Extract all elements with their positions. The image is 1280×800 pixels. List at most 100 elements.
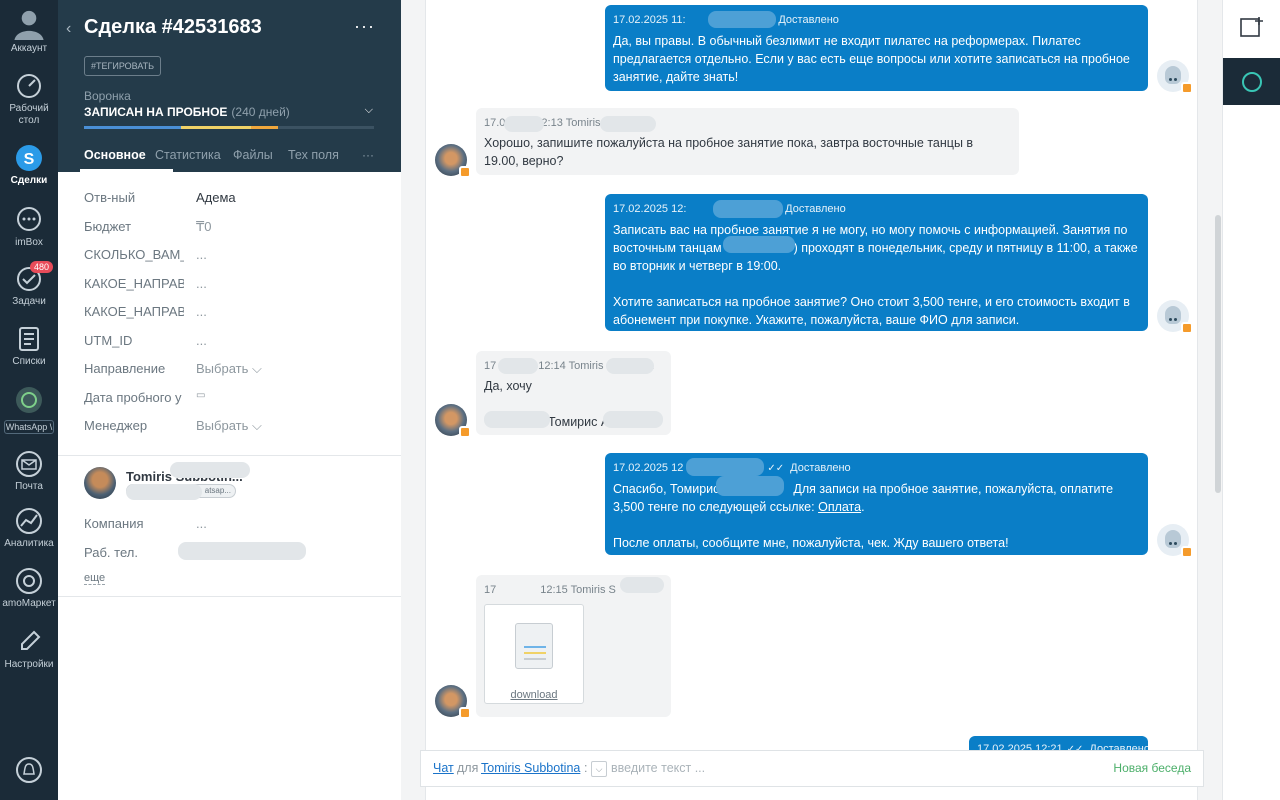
field-label: Раб. тел. [84, 545, 138, 560]
file-attachment[interactable]: download [484, 604, 584, 704]
message-text: Спасибо, Томирис Для записи на пробное за… [613, 480, 1140, 516]
message-meta: 17.02.2025 12:✓✓Доставлено [613, 202, 1140, 217]
message-author: 12:14 Tomiris [538, 360, 604, 372]
tab-main[interactable]: Основное [84, 148, 146, 162]
nav-whatsapp-label[interactable]: WhatsApp \ [4, 420, 54, 434]
redacted-text [716, 476, 784, 496]
field-value[interactable]: Выбрать ⌵ [196, 361, 262, 377]
bot-eye [1174, 542, 1177, 545]
chat-feed: 17.02.2025 11:✓✓Доставлено Да, вы правы.… [425, 0, 1198, 800]
message-composer: Чат для Tomiris Subbotina : ⌵ введите те… [420, 750, 1204, 787]
redacted-text [498, 358, 538, 374]
redacted-text [620, 577, 664, 593]
nav-whatsapp[interactable] [0, 386, 58, 417]
message-time: 17 [484, 584, 497, 596]
calendar-icon[interactable]: ▭ [196, 390, 205, 401]
deal-title: Сделка #42531683 [84, 16, 262, 38]
avatar [435, 404, 471, 438]
message-text-part: Томирис А [548, 415, 610, 429]
funnel-stage-days: (240 дней) [231, 105, 290, 119]
field-value[interactable]: Адема [196, 190, 236, 205]
message-text: После оплаты, сообщите мне, пожалуйста, … [613, 536, 1009, 550]
nav-tasks-label: Задачи [12, 296, 46, 307]
more-link[interactable]: еще [84, 572, 106, 585]
deal-panel: ‹ Сделка #42531683 ··· #ТЕГИРОВАТЬ Ворон… [58, 0, 401, 800]
add-panel-icon[interactable] [1240, 16, 1264, 38]
message-time: 17 [484, 360, 497, 372]
tab-files[interactable]: Файлы [233, 148, 273, 162]
dashboard-icon [17, 74, 41, 98]
bot-face [1165, 530, 1181, 548]
nav-notifications[interactable] [0, 756, 58, 787]
progress-segment-1 [84, 126, 181, 129]
bot-face [1165, 306, 1181, 324]
chevron-down-icon[interactable]: ⌵ [591, 761, 607, 777]
payment-link[interactable]: Оплата [818, 500, 861, 514]
tag-button[interactable]: #ТЕГИРОВАТЬ [84, 56, 162, 76]
funnel-progress [84, 126, 374, 129]
divider [58, 455, 401, 456]
progress-segment-3 [251, 126, 278, 129]
nav-dashboard[interactable]: Рабочий стол [0, 72, 58, 127]
channel-badge-icon [459, 426, 471, 438]
composer-for-label: для [457, 761, 479, 775]
redacted-text [713, 200, 783, 218]
redacted-text [504, 116, 544, 132]
message-input[interactable]: введите текст ... [611, 751, 705, 786]
svg-text:S: S [24, 151, 35, 168]
message-status: Доставлено [790, 462, 851, 474]
new-chat-button[interactable]: Новая беседа [1113, 751, 1191, 786]
bot-eye [1169, 318, 1172, 321]
file-download-link[interactable]: download [485, 689, 583, 701]
tab-underline [80, 169, 173, 172]
field-direction-1: КАКОЕ_НАПРАВЛ ... [84, 276, 384, 296]
doc-line [524, 646, 546, 648]
field-value[interactable]: ₸0 [196, 219, 212, 235]
message-time: 17.02.2025 12 [613, 462, 684, 474]
channel-badge-icon [459, 707, 471, 719]
avatar[interactable] [84, 467, 116, 499]
field-value[interactable]: ... [196, 516, 207, 531]
nav-settings[interactable]: Настройки [0, 628, 58, 671]
deal-more-button[interactable]: ··· [354, 16, 375, 37]
field-value[interactable]: Выбрать ⌵ [196, 418, 262, 434]
field-responsible: Отв-ный Адема [84, 190, 384, 210]
field-direction-2: КАКОЕ_НАПРАВЛ ... [84, 304, 384, 324]
message-text: Да, вы правы. В обычный безлимит не вход… [613, 34, 1134, 84]
nav-deals[interactable]: S Сделки [0, 144, 58, 187]
back-arrow-icon[interactable]: ‹ [66, 20, 71, 38]
field-value[interactable]: ... [196, 304, 207, 319]
field-value[interactable]: ... [196, 276, 207, 291]
nav-analytics[interactable]: Аналитика [0, 507, 58, 550]
bell-icon [16, 757, 42, 783]
field-label: КАКОЕ_НАПРАВЛ [84, 304, 184, 319]
nav-tasks[interactable]: 480 Задачи [0, 261, 58, 308]
nav-lists[interactable]: Списки [0, 325, 58, 368]
chat-scrollbar[interactable] [1215, 215, 1221, 493]
field-label: Отв-ный [84, 190, 136, 205]
field-value[interactable]: ... [196, 333, 207, 348]
tab-tech-fields[interactable]: Тех поля [288, 148, 339, 162]
message-meta: 17.02.2025 11:✓✓Доставлено [613, 13, 1140, 28]
message-time: 17.02.2025 11: [613, 14, 686, 26]
field-label: Менеджер [84, 418, 148, 433]
analytics-icon [16, 508, 42, 534]
field-value[interactable]: ... [196, 247, 207, 262]
recipient-link[interactable]: Tomiris Subbotina [481, 751, 580, 786]
nav-market[interactable]: amoМаркет [0, 567, 58, 610]
nav-deals-label: Сделки [10, 175, 48, 186]
active-integration-button[interactable] [1223, 58, 1280, 105]
nav-analytics-label: Аналитика [4, 538, 54, 549]
nav-imbox[interactable]: imBox [0, 206, 58, 249]
redacted-text [600, 116, 656, 132]
field-utm-id: UTM_ID ... [84, 333, 384, 353]
tabs-more-button[interactable]: ··· [362, 148, 374, 162]
funnel-stage-select[interactable]: ЗАПИСАН НА ПРОБНОЕ (240 дней) [84, 105, 290, 119]
nav-account[interactable]: Аккаунт [0, 6, 58, 55]
doc-line [524, 658, 546, 660]
nav-mail[interactable]: Почта [0, 450, 58, 493]
redacted-text [126, 484, 202, 500]
chevron-down-icon[interactable]: ⌵ [365, 104, 373, 117]
chat-type-link[interactable]: Чат [433, 751, 454, 786]
tab-statistics[interactable]: Статистика [155, 148, 221, 162]
